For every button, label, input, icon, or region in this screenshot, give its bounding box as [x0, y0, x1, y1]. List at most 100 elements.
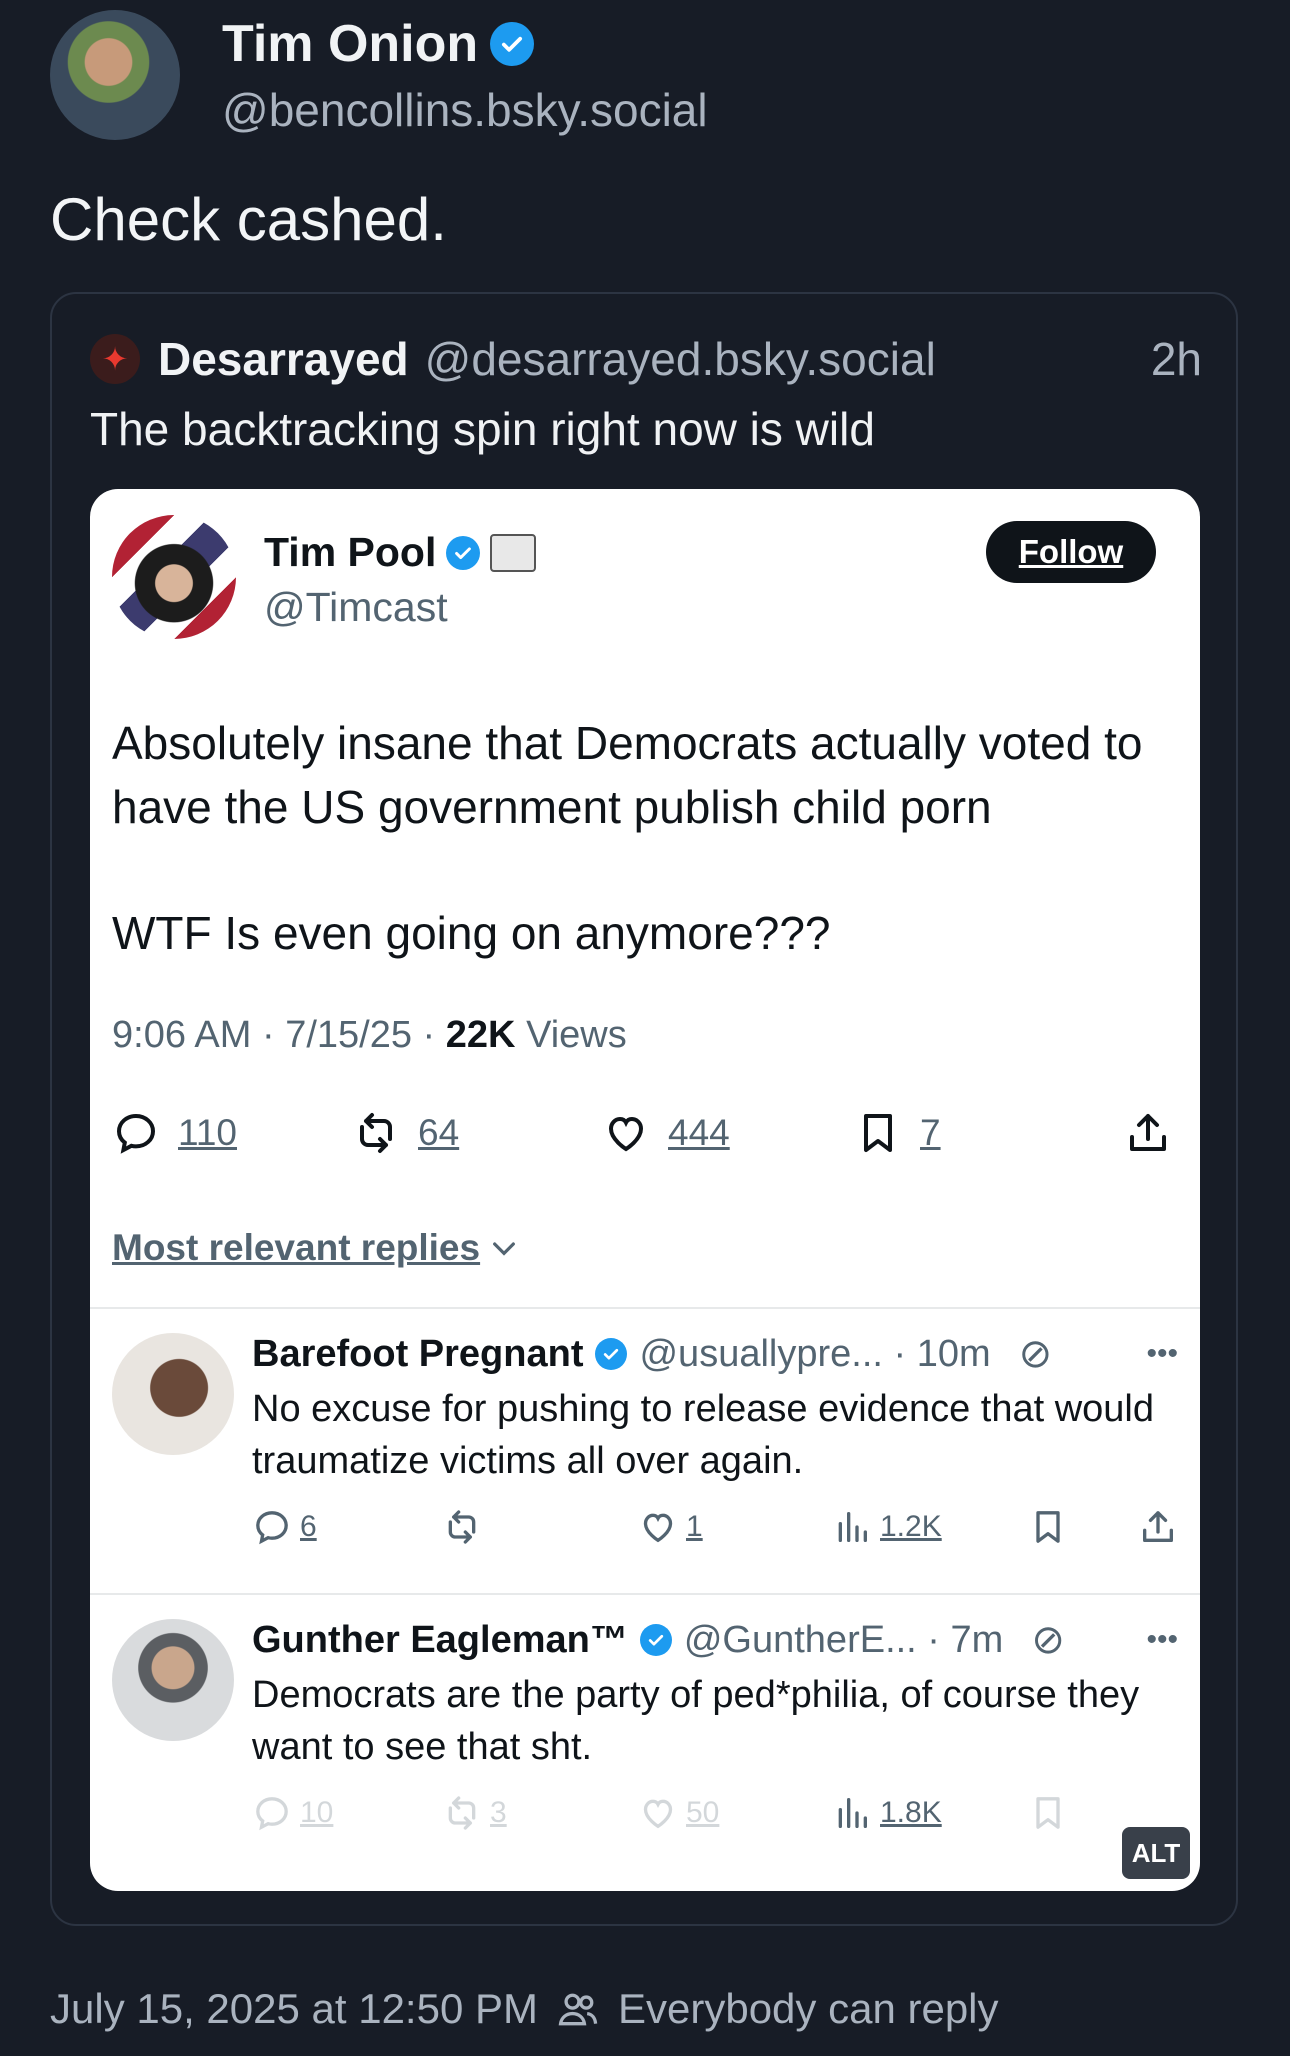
quoted-author-name[interactable]: Desarrayed	[158, 332, 409, 386]
reply-views-action: 1.8K	[832, 1793, 1028, 1833]
reply-author-handle: @GuntherE...	[683, 1618, 917, 1661]
reply-verified-icon	[595, 1338, 628, 1370]
reply-content: Gunther Eagleman™ @GuntherE... · 7m ⊘ ••…	[252, 1617, 1178, 1833]
repost-count: 64	[418, 1112, 460, 1153]
repost-icon	[448, 1510, 476, 1544]
bookmark-icon	[1036, 1797, 1060, 1829]
like-action: 444	[602, 1109, 854, 1157]
tweet-meta: 9:06 AM · 7/15/25 · 22K Views	[112, 1014, 627, 1056]
repost-action: 64	[352, 1109, 602, 1157]
reply-header: Barefoot Pregnant @usuallypre... · 10m ⊘…	[252, 1331, 1178, 1377]
separator-dot: ·	[916, 1618, 951, 1661]
reply-actions: 10 3 50 1.8K	[252, 1793, 1178, 1833]
reply-author-name: Barefoot Pregnant	[252, 1332, 584, 1375]
reply-bookmark-action	[1028, 1507, 1108, 1547]
post-header: Tim Onion @bencollins.bsky.social	[50, 10, 708, 140]
share-icon	[1143, 1511, 1173, 1542]
quoted-author-avatar[interactable]: ✦	[90, 334, 140, 384]
author-name-row[interactable]: Tim Onion	[222, 13, 708, 75]
tweet-date: 7/15/25	[285, 1014, 412, 1056]
divider	[90, 1307, 1200, 1309]
reply-repost-count: 3	[490, 1796, 507, 1829]
author-handle[interactable]: @bencollins.bsky.social	[222, 83, 708, 137]
alt-text-badge[interactable]: ALT	[1122, 1827, 1190, 1879]
share-icon	[1130, 1114, 1166, 1151]
tweet-verified-icon	[446, 535, 481, 570]
reply-icon	[256, 1511, 288, 1545]
repost-icon	[448, 1796, 476, 1830]
reply-count: 110	[178, 1112, 237, 1153]
share-action	[1124, 1109, 1172, 1157]
reply-avatar	[112, 1333, 234, 1455]
embedded-screenshot[interactable]: Tim Pool @Timcast Follow Absolutely insa…	[90, 489, 1200, 1891]
reply-actions: 6 1 1.2K	[252, 1507, 1178, 1547]
replies-filter: Most relevant replies	[112, 1227, 520, 1269]
quoted-post[interactable]: ✦ Desarrayed @desarrayed.bsky.social 2h …	[50, 292, 1238, 1926]
reply-like-count: 50	[686, 1796, 720, 1829]
bookmark-icon	[864, 1114, 892, 1152]
quoted-author-handle[interactable]: @desarrayed.bsky.social	[425, 332, 936, 386]
reply-like-action: 1	[638, 1507, 832, 1547]
reply-reply-count: 6	[300, 1510, 317, 1543]
affiliate-badge-icon	[490, 533, 537, 572]
reply-icon	[116, 1113, 156, 1154]
reply-action: 110	[112, 1109, 352, 1157]
reply-bookmark-action	[1028, 1793, 1108, 1833]
reply-reply-count: 10	[300, 1796, 334, 1829]
heart-icon	[608, 1116, 644, 1152]
post-text: Check cashed.	[50, 186, 447, 253]
reply-author-handle: @usuallypre...	[639, 1332, 883, 1375]
reply-like-count: 1	[686, 1510, 703, 1543]
tweet-views-count: 22K	[445, 1014, 516, 1056]
tweet-body-line2: WTF Is even going on anymore???	[112, 907, 831, 959]
heart-icon	[643, 1799, 673, 1829]
author-avatar[interactable]	[50, 10, 180, 140]
reply-text: No excuse for pushing to release evidenc…	[252, 1388, 1154, 1482]
post-timestamp: July 15, 2025 at 12:50 PM	[50, 1985, 538, 2032]
reply-verified-icon	[639, 1624, 672, 1656]
reply-avatar	[112, 1619, 234, 1741]
quoted-post-text: The backtracking spin right now is wild	[90, 403, 875, 455]
author-name[interactable]: Tim Onion	[222, 13, 478, 75]
reply-reply-action: 6	[252, 1507, 442, 1547]
more-icon: •••	[1146, 1623, 1178, 1656]
verified-check-icon	[490, 21, 535, 66]
tweet-author-block: Tim Pool @Timcast	[264, 529, 537, 639]
reply-share-action	[1138, 1507, 1178, 1547]
reply-time: 7m	[950, 1618, 1004, 1661]
tweet-author-avatar	[112, 515, 236, 639]
views-chart-icon	[838, 1512, 867, 1542]
more-icon: •••	[1146, 1337, 1178, 1370]
reply-views-count: 1.2K	[880, 1510, 942, 1543]
post-footer: July 15, 2025 at 12:50 PM Everybody can …	[50, 1985, 999, 2033]
repost-icon	[360, 1113, 392, 1153]
tweet-header: Tim Pool @Timcast	[112, 515, 537, 639]
quoted-post-time: 2h	[1150, 333, 1202, 385]
reply-text: Democrats are the party of ped*philia, o…	[252, 1674, 1140, 1768]
bookmark-icon	[1036, 1511, 1060, 1543]
tweet-body: Absolutely insane that Democrats actuall…	[112, 711, 1172, 965]
follow-button: Follow	[986, 521, 1156, 583]
reply-like-action: 50	[638, 1793, 832, 1833]
reply-views-action: 1.2K	[832, 1507, 1028, 1547]
tweet-body-line1: Absolutely insane that Democrats actuall…	[112, 717, 1143, 833]
reply-header: Gunther Eagleman™ @GuntherE... · 7m ⊘ ••…	[252, 1617, 1178, 1663]
reply-icon	[256, 1797, 288, 1831]
reply-author-name: Gunther Eagleman™	[252, 1618, 628, 1661]
reply-content: Barefoot Pregnant @usuallypre... · 10m ⊘…	[252, 1331, 1178, 1547]
bookmark-action: 7	[854, 1109, 1104, 1157]
tweet-actions: 110 64 444 7	[112, 1109, 1172, 1157]
views-chart-icon	[838, 1798, 867, 1828]
tweet-author-name: Tim Pool	[264, 529, 437, 575]
bookmark-count: 7	[920, 1112, 941, 1153]
author-block: Tim Onion @bencollins.bsky.social	[222, 13, 708, 137]
divider	[90, 1593, 1200, 1595]
grok-icon: ⊘	[1031, 1618, 1065, 1662]
replies-filter-label: Most relevant replies	[112, 1227, 481, 1268]
reply-setting[interactable]: Everybody can reply	[618, 1985, 999, 2033]
reply-reply-action: 10	[252, 1793, 442, 1833]
tweet-author-handle: @Timcast	[264, 584, 448, 630]
tweet-author-name-row: Tim Pool	[264, 529, 537, 576]
chevron-down-icon	[493, 1242, 516, 1256]
reply-views-count: 1.8K	[880, 1796, 942, 1829]
